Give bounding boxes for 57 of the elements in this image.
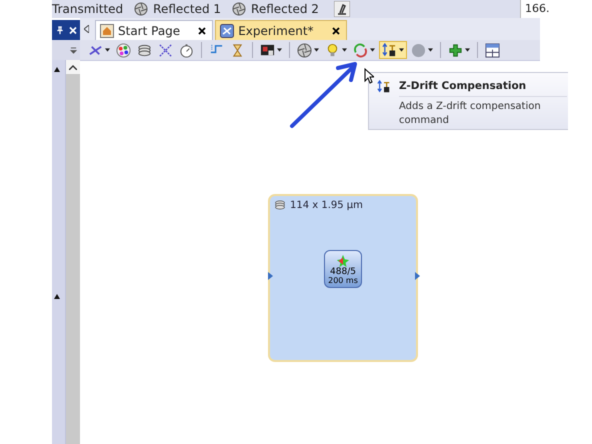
pin-icon[interactable] [56,26,64,34]
caret-icon[interactable] [105,48,110,52]
channel-label[interactable]: Transmitted [52,2,124,16]
output-port-icon [415,272,420,280]
toolbar-button[interactable] [295,41,321,59]
cycle-icon [353,42,368,58]
close-icon[interactable] [332,26,340,34]
toolbar-button[interactable] [483,41,502,59]
toolbar-button[interactable] [114,41,133,59]
caret-icon[interactable] [314,48,319,52]
caret-icon[interactable] [428,48,433,52]
channel-label[interactable]: Reflected 1 [153,2,222,16]
scrollbar[interactable] [66,60,80,444]
collapse-icon[interactable] [54,67,60,72]
stack-icon [274,199,286,211]
stack-size: 114 x 1.95 µm [290,200,363,210]
z-drift-icon [377,80,391,94]
document-tab[interactable]: Start Page [95,20,214,40]
close-icon[interactable] [198,26,206,34]
chevron-up-icon [69,64,77,70]
caret-icon[interactable] [465,48,470,52]
tooltip-title: Z-Drift Compensation [399,80,567,97]
laser-label: 488/5 [330,268,356,277]
image-icon [260,42,275,58]
caret-icon[interactable] [370,48,375,52]
channel-label[interactable]: Reflected 2 [251,2,319,16]
layout-icon [485,42,500,58]
caret-icon[interactable] [277,48,282,52]
experiment-icon [220,24,234,38]
tooltip-text: Adds a Z-drift compensation command [399,100,542,128]
z-drift-icon [382,42,397,58]
star-icon [336,254,350,268]
caret-icon[interactable] [399,48,404,52]
input-port-icon [268,272,273,280]
overflow-icon[interactable] [70,46,77,54]
scroll-left-icon[interactable] [84,25,89,33]
home-icon [100,24,114,38]
cursor-icon [364,68,374,84]
stack-icon [137,42,152,58]
collapse-icon[interactable] [54,294,60,299]
shutter-icon [297,42,312,58]
document-tab[interactable]: Experiment* [215,20,347,40]
hourglass-icon [230,42,245,58]
toolbar-button[interactable] [379,41,407,59]
scroll-up-button[interactable] [66,60,80,74]
microscope-icon[interactable] [334,1,350,17]
bulb-icon [325,42,340,58]
caret-icon[interactable] [342,48,347,52]
stopwatch-icon [179,42,194,58]
experiment-block[interactable]: 114 x 1.95 µm 488/5 200 ms [268,194,418,362]
grid-icon [158,42,173,58]
acquisition-node[interactable]: 488/5 200 ms [324,250,362,288]
plus-icon [448,42,463,58]
circle-icon [411,42,426,58]
value-field[interactable]: 166. [520,0,592,18]
palette-icon [116,42,131,58]
exposure-label: 200 ms [328,277,358,285]
